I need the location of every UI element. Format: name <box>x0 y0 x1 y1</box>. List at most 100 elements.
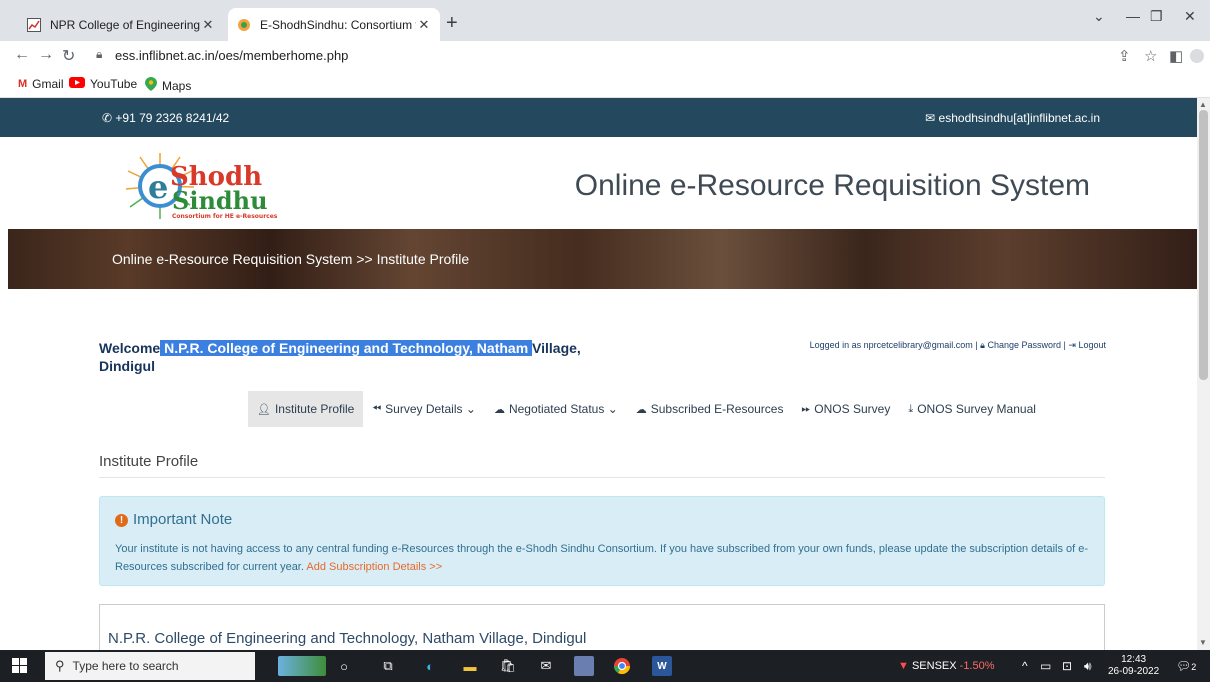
institute-city: Dindigul <box>99 358 155 374</box>
app-icon[interactable] <box>574 656 594 676</box>
eshodhsindhu-favicon-icon <box>236 17 252 33</box>
main-nav: 👤︎ Institute Profile ⏪︎ Survey Details ⌄ ☁… <box>248 391 1045 427</box>
close-tab-icon[interactable]: ✕ <box>200 17 216 33</box>
page-scrollbar[interactable]: ▲ ▼ <box>1197 98 1210 650</box>
system-clock[interactable]: 12:43 26-09-2022 <box>1108 654 1159 678</box>
tab-title: NPR College of Engineering & Te <box>50 17 200 32</box>
email-contact[interactable]: ✉ eshodhsindhu[at]inflibnet.ac.in <box>925 111 1100 125</box>
bookmark-youtube[interactable]: YouTube <box>69 77 137 91</box>
nav-onos-survey-manual[interactable]: ⤓ ONOS Survey Manual <box>899 391 1045 427</box>
address-bar-row: ← → ↻ 🔒︎ ess.inflibnet.ac.in/oes/memberh… <box>0 41 1210 72</box>
widgets-icon[interactable] <box>278 656 326 676</box>
bookmark-star-icon[interactable]: ☆ <box>1144 47 1157 65</box>
bookmark-maps[interactable]: Maps <box>145 77 191 94</box>
scroll-up-icon[interactable]: ▲ <box>1199 100 1207 109</box>
web-page: ✆ +91 79 2326 8241/42 ✉ eshodhsindhu[at]… <box>0 98 1197 650</box>
tab-search-icon[interactable]: ⌄ <box>1093 8 1105 25</box>
chrome-icon[interactable] <box>612 656 632 676</box>
logout-link[interactable]: ⇥ Logout <box>1068 340 1106 350</box>
youtube-icon <box>69 77 85 91</box>
login-info: Logged in as nprcetcelibrary@gmail.com |… <box>810 340 1106 351</box>
nav-survey-details[interactable]: ⏪︎ Survey Details ⌄ <box>363 391 485 427</box>
chevron-down-icon: ⌄ <box>465 402 476 416</box>
change-password-link[interactable]: 🔒︎ Change Password <box>980 340 1061 350</box>
note-heading: ! Important Note <box>115 511 232 528</box>
eshodhsindhu-logo[interactable]: e Shodh Sindhu Consortium for HE e-Resou… <box>122 151 297 221</box>
volume-icon[interactable]: 🔊︎ <box>1084 659 1092 674</box>
separator: | <box>975 340 978 350</box>
welcome-message: Welcome N.P.R. College of Engineering an… <box>99 339 599 375</box>
windows-start-icon[interactable] <box>12 658 27 676</box>
show-hidden-icons[interactable]: ^ <box>1022 659 1028 673</box>
note-body: Your institute is not having access to a… <box>115 543 1089 573</box>
profile-panel: N.P.R. College of Engineering and Techno… <box>99 604 1105 650</box>
add-subscription-link[interactable]: Add Subscription Details >> <box>306 561 442 573</box>
new-tab-button[interactable]: + <box>446 12 458 35</box>
task-view-icon[interactable]: ⧉ <box>378 656 398 676</box>
tab-npr-college[interactable]: NPR College of Engineering & Te ✕ <box>18 8 224 41</box>
forward-icon[interactable]: → <box>38 46 54 64</box>
nav-onos-survey[interactable]: ⏩︎ ONOS Survey <box>792 391 899 427</box>
nav-institute-profile[interactable]: 👤︎ Institute Profile <box>248 391 364 427</box>
close-tab-icon[interactable]: ✕ <box>416 17 432 33</box>
bookmarks-bar: M Gmail YouTube Maps <box>0 72 1210 98</box>
edge-icon[interactable]: ◐ <box>420 656 440 676</box>
tab-eshodhsindhu[interactable]: E-ShodhSindhu: Consortium for ✕ <box>228 8 440 41</box>
svg-text:Consortium for HE e-Resources: Consortium for HE e-Resources <box>172 213 278 220</box>
important-note: ! Important Note Your institute is not ha… <box>99 496 1105 586</box>
cortana-icon[interactable]: ○ <box>334 656 354 676</box>
tab-title: E-ShodhSindhu: Consortium for <box>260 17 416 32</box>
gmail-icon: M <box>18 78 28 90</box>
share-icon[interactable]: ⇪ <box>1118 47 1131 65</box>
word-icon[interactable]: W <box>652 656 672 676</box>
store-icon[interactable]: 🛍︎ <box>498 656 518 676</box>
restore-icon[interactable]: ❐ <box>1150 8 1163 25</box>
scroll-down-icon[interactable]: ▼ <box>1199 638 1207 647</box>
profile-institute-name: N.P.R. College of Engineering and Techno… <box>108 630 587 647</box>
divider <box>99 477 1105 478</box>
bookmark-gmail[interactable]: M Gmail <box>18 77 64 91</box>
forward-icon: ⏩︎ <box>801 402 811 415</box>
contact-strip: ✆ +91 79 2326 8241/42 ✉ eshodhsindhu[at]… <box>0 98 1197 137</box>
sidepanel-icon[interactable]: ◧ <box>1169 47 1183 65</box>
nav-negotiated-status[interactable]: ☁ Negotiated Status ⌄ <box>485 391 627 427</box>
lock-icon[interactable]: 🔒︎ <box>96 47 102 62</box>
chart-favicon-icon <box>26 17 42 33</box>
nav-subscribed-eresources[interactable]: ☁ Subscribed E-Resources <box>627 391 793 427</box>
url-field[interactable]: ess.inflibnet.ac.in/oes/memberhome.php <box>115 48 348 63</box>
institute-name-selected: N.P.R. College of Engineering and Techno… <box>160 340 533 356</box>
phone-number: +91 79 2326 8241/42 <box>115 111 230 125</box>
logged-in-as: Logged in as nprcetcelibrary@gmail.com <box>809 340 973 350</box>
profile-avatar-icon[interactable] <box>1190 49 1204 63</box>
notifications-icon[interactable]: 💬︎2 <box>1176 659 1196 673</box>
section-title: Institute Profile <box>99 453 199 470</box>
bookmark-label: Maps <box>162 78 192 93</box>
browser-tab-bar: NPR College of Engineering & Te ✕ E-Shod… <box>0 0 1210 41</box>
mail-icon[interactable]: ✉ <box>536 656 556 676</box>
file-explorer-icon[interactable]: ▬ <box>460 656 480 676</box>
cloud-icon: ☁ <box>635 403 647 416</box>
stock-down-icon: ▼ <box>898 660 909 672</box>
site-header: e Shodh Sindhu Consortium for HE e-Resou… <box>0 137 1197 229</box>
network-icon[interactable]: ⊡ <box>1062 659 1072 673</box>
scroll-thumb[interactable] <box>1199 110 1208 380</box>
close-window-icon[interactable]: ✕ <box>1184 8 1196 25</box>
user-icon: 👤︎ <box>257 403 271 416</box>
system-title: Online e-Resource Requisition System <box>574 169 1090 202</box>
svg-text:e: e <box>148 168 168 206</box>
reload-icon[interactable]: ↻ <box>62 46 75 66</box>
download-icon: ⤓ <box>908 402 914 415</box>
taskbar-search[interactable]: ⚲ Type here to search <box>45 652 255 680</box>
battery-icon[interactable]: ▭ <box>1040 659 1051 673</box>
logout-icon: ⇥ <box>1068 340 1076 350</box>
cloud-icon: ☁ <box>493 403 505 416</box>
sensex-widget[interactable]: ▼ SENSEX -1.50% <box>898 660 995 672</box>
envelope-icon: ✉ <box>925 111 939 125</box>
minimize-icon[interactable]: — <box>1126 8 1140 24</box>
bookmark-label: YouTube <box>90 77 138 91</box>
email-address: eshodhsindhu[at]inflibnet.ac.in <box>938 111 1100 125</box>
breadcrumb-banner: Online e-Resource Requisition System >> … <box>8 229 1197 289</box>
welcome-prefix: Welcome <box>99 340 161 356</box>
bookmark-label: Gmail <box>32 77 64 91</box>
back-icon[interactable]: ← <box>14 46 30 64</box>
